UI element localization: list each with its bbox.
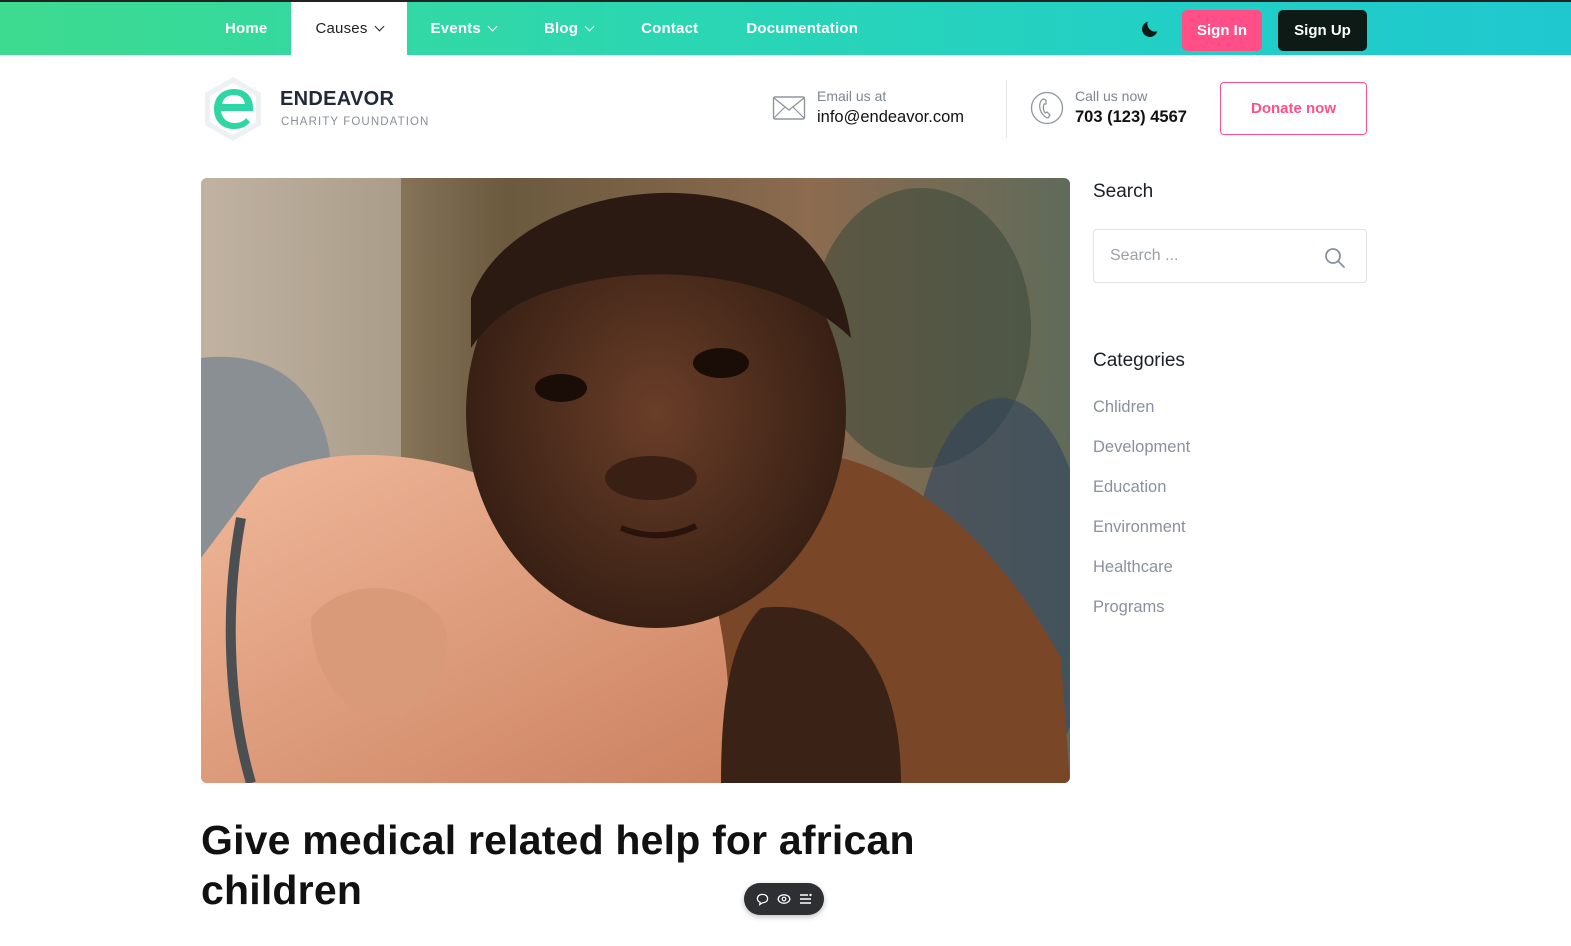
- donate-button[interactable]: Donate now: [1220, 82, 1367, 135]
- phone-label: Call us now: [1075, 88, 1148, 104]
- email-label: Email us at: [817, 88, 887, 104]
- nav-label: Events: [430, 20, 481, 37]
- nav-item-blog[interactable]: Blog: [520, 2, 617, 55]
- divider: [1006, 80, 1007, 138]
- category-item[interactable]: Programs: [1093, 598, 1190, 638]
- email-value[interactable]: info@endeavor.com: [817, 108, 964, 127]
- search-box: [1093, 229, 1367, 283]
- category-item[interactable]: Education: [1093, 478, 1190, 518]
- sign-up-button[interactable]: Sign Up: [1278, 10, 1367, 51]
- hero-photo: [201, 178, 1070, 783]
- comment-icon[interactable]: [755, 891, 771, 907]
- top-navbar: Home Causes Events Blog Contact Document…: [0, 0, 1571, 55]
- search-input[interactable]: [1094, 230, 1314, 282]
- nav-item-home[interactable]: Home: [201, 2, 291, 55]
- category-item[interactable]: Development: [1093, 438, 1190, 478]
- post-title: Give medical related help for african ch…: [201, 817, 915, 913]
- nav-label: Documentation: [746, 20, 859, 37]
- phone-icon: [1030, 91, 1064, 125]
- nav-item-causes[interactable]: Causes: [291, 2, 407, 55]
- floating-toolbar: [744, 883, 824, 915]
- nav-label: Causes: [315, 20, 368, 37]
- chevron-down-icon: [584, 21, 595, 32]
- category-item[interactable]: Environment: [1093, 518, 1190, 558]
- phone-value[interactable]: 703 (123) 4567: [1075, 108, 1187, 127]
- category-item[interactable]: Healthcare: [1093, 558, 1190, 598]
- search-widget-title: Search: [1093, 181, 1154, 202]
- brand-name: ENDEAVOR: [280, 88, 395, 110]
- chevron-down-icon: [487, 21, 498, 32]
- nav-item-contact[interactable]: Contact: [617, 2, 722, 55]
- endeavor-logo[interactable]: [201, 75, 265, 143]
- nav-label: Blog: [543, 20, 579, 37]
- nav-item-documentation[interactable]: Documentation: [722, 2, 882, 55]
- main-nav: Home Causes Events Blog Contact Document…: [201, 2, 882, 55]
- category-list: Chlidren Development Education Environme…: [1093, 398, 1190, 638]
- sign-in-button[interactable]: Sign In: [1182, 10, 1262, 51]
- eye-icon[interactable]: [776, 891, 792, 907]
- chevron-down-icon: [374, 21, 384, 32]
- list-icon[interactable]: [797, 891, 813, 907]
- moon-icon[interactable]: [1139, 18, 1161, 40]
- nav-label: Home: [225, 20, 268, 37]
- nav-label: Contact: [641, 20, 699, 37]
- brand-tagline: CHARITY FOUNDATION: [281, 116, 430, 128]
- categories-widget-title: Categories: [1093, 350, 1185, 371]
- nav-item-events[interactable]: Events: [407, 2, 520, 55]
- search-icon[interactable]: [1323, 246, 1347, 270]
- mail-icon: [772, 96, 806, 120]
- category-item[interactable]: Chlidren: [1093, 398, 1190, 438]
